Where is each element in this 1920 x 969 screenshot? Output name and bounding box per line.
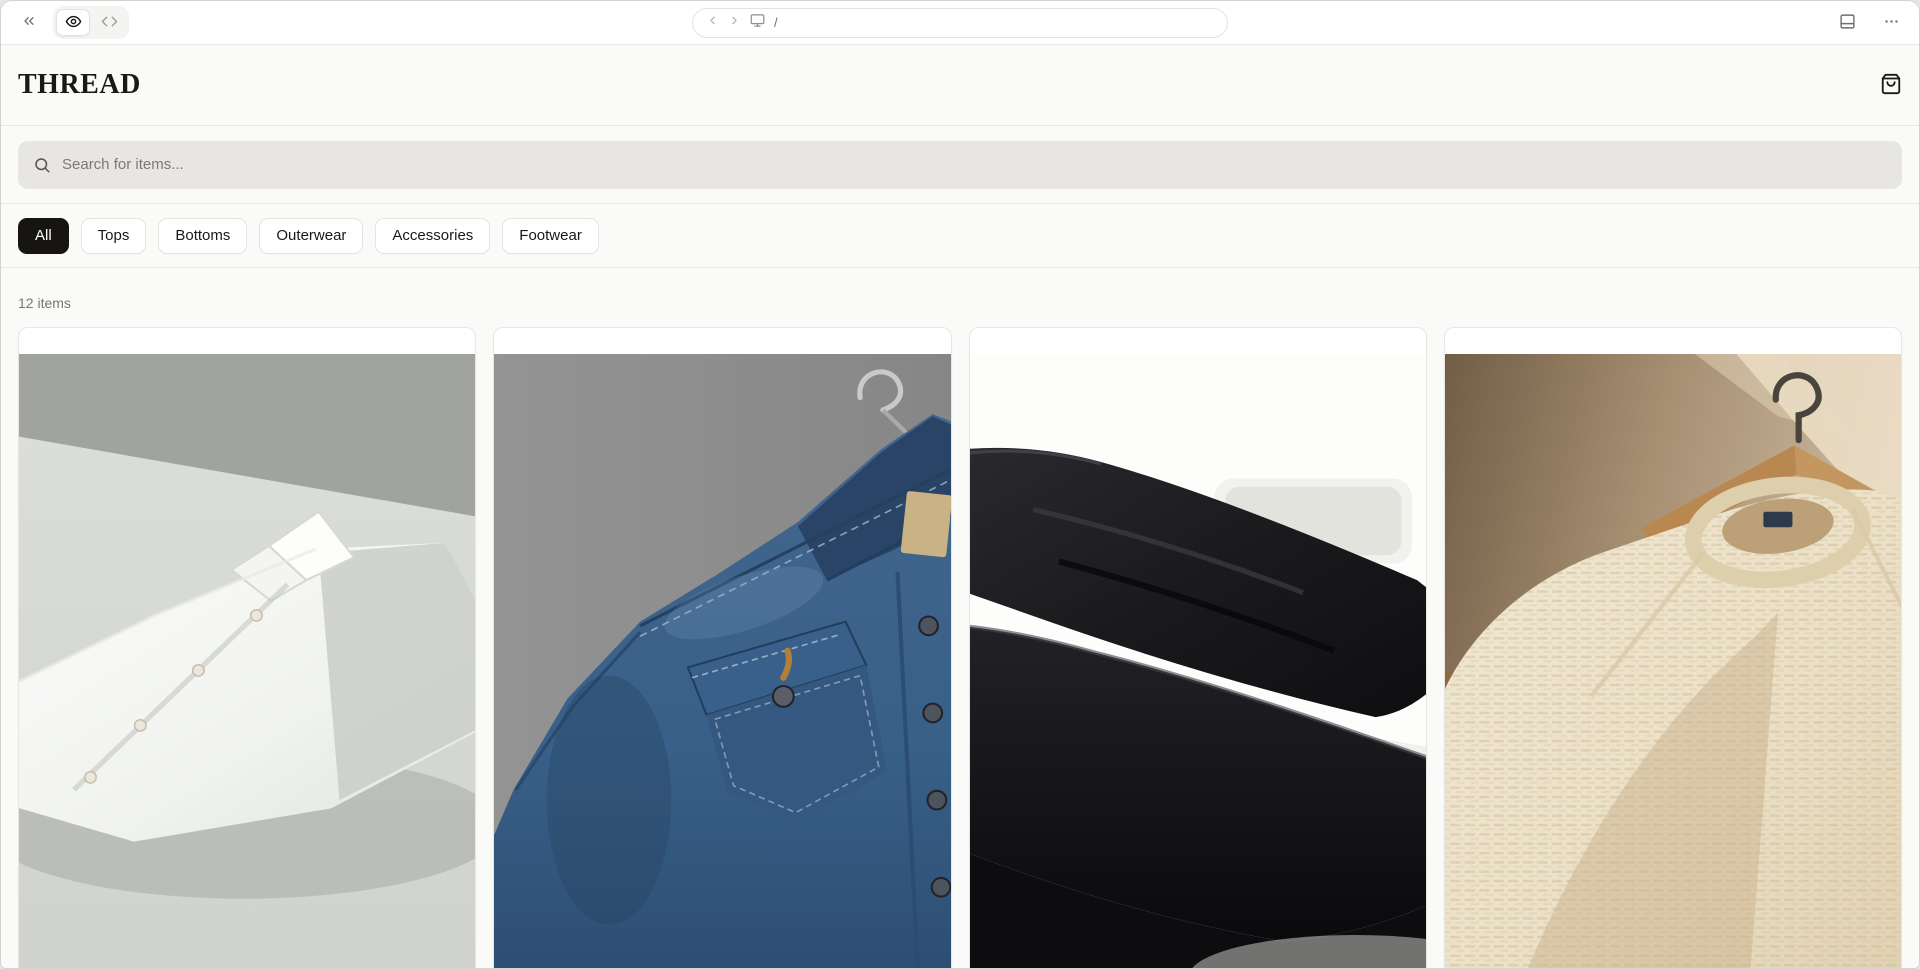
filter-chip-accessories[interactable]: Accessories	[375, 218, 490, 254]
product-photo-denim-jacket	[494, 354, 950, 968]
product-list-section: 12 items	[1, 268, 1919, 968]
filter-chip-all[interactable]: All	[18, 218, 69, 254]
site-header: THREAD	[1, 45, 1919, 126]
panel-layout-button[interactable]	[1833, 9, 1861, 37]
search-icon	[33, 156, 51, 174]
forward-icon[interactable]	[728, 14, 741, 32]
collapse-sidebar-button[interactable]	[15, 9, 43, 37]
product-photo-linen-shirt	[19, 354, 475, 968]
filter-chip-outerwear[interactable]: Outerwear	[259, 218, 363, 254]
more-options-button[interactable]	[1877, 9, 1905, 37]
shopping-bag-icon	[1880, 73, 1902, 98]
url-bar[interactable]: /	[692, 8, 1228, 38]
back-icon[interactable]	[706, 14, 719, 32]
category-filters: All Tops Bottoms Outerwear Accessories F…	[1, 204, 1919, 268]
product-card[interactable]	[493, 327, 951, 968]
code-icon	[101, 13, 118, 33]
search-input[interactable]	[62, 156, 1887, 173]
code-mode-button[interactable]	[92, 9, 126, 36]
preview-mode-button[interactable]	[56, 9, 90, 36]
search-section	[1, 126, 1919, 204]
filter-chip-bottoms[interactable]: Bottoms	[158, 218, 247, 254]
view-mode-toggle	[53, 6, 129, 39]
product-photo-black-trousers	[970, 354, 1426, 968]
preview-window: / THREAD	[0, 0, 1920, 969]
double-chevron-left-icon	[21, 13, 37, 32]
eye-icon	[65, 13, 82, 33]
filter-chip-tops[interactable]: Tops	[81, 218, 147, 254]
monitor-icon[interactable]	[750, 13, 765, 33]
filter-chip-footwear[interactable]: Footwear	[502, 218, 599, 254]
brand-logo[interactable]: THREAD	[18, 69, 141, 101]
product-photo-knit-sweater	[1445, 354, 1901, 968]
results-count: 12 items	[18, 295, 1902, 311]
product-grid	[18, 327, 1902, 968]
url-path[interactable]: /	[774, 15, 778, 30]
product-card[interactable]	[18, 327, 476, 968]
panel-bottom-icon	[1839, 13, 1856, 33]
product-card[interactable]	[969, 327, 1427, 968]
preview-toolbar: /	[1, 1, 1919, 45]
product-card[interactable]	[1444, 327, 1902, 968]
ellipsis-icon	[1883, 13, 1900, 33]
search-box[interactable]	[18, 141, 1902, 189]
cart-button[interactable]	[1880, 73, 1902, 98]
